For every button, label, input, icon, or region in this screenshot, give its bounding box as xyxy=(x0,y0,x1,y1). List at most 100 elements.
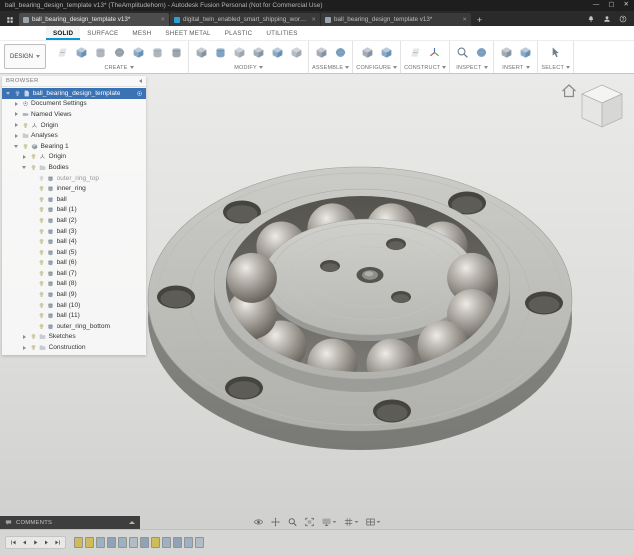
browser-row[interactable]: Named Views xyxy=(2,109,146,120)
expand-comments-icon[interactable] xyxy=(129,521,135,524)
browser-row[interactable]: ball (9) xyxy=(2,289,146,300)
tool-split-body[interactable] xyxy=(268,43,286,61)
expand-arrow-icon[interactable] xyxy=(21,346,27,350)
user-icon[interactable] xyxy=(603,15,611,23)
feature-feature-icon[interactable] xyxy=(96,537,105,548)
visibility-icon[interactable] xyxy=(22,143,29,150)
browser-row[interactable]: ball (3) xyxy=(2,226,146,237)
ribbon-tab-sheet-metal[interactable]: SHEET METAL xyxy=(158,26,217,40)
orbit-button[interactable] xyxy=(254,517,264,527)
browser-row[interactable]: Origin xyxy=(2,120,146,131)
sketch-feature-icon[interactable] xyxy=(74,537,83,548)
collapse-arrow-icon[interactable] xyxy=(5,92,11,95)
sketch-feature-icon[interactable] xyxy=(151,537,160,548)
browser-row[interactable]: Document Settings xyxy=(2,99,146,110)
collapse-arrow-icon[interactable] xyxy=(21,166,27,169)
tool-new-component[interactable] xyxy=(312,43,330,61)
tool-loft[interactable] xyxy=(129,43,147,61)
browser-row[interactable]: Sketches xyxy=(2,332,146,343)
browser-row[interactable]: ball xyxy=(2,194,146,205)
expand-arrow-icon[interactable] xyxy=(13,112,19,116)
feature-feature-icon[interactable] xyxy=(107,537,116,548)
ribbon-tab-surface[interactable]: SURFACE xyxy=(80,26,125,40)
tool-create-sketch[interactable] xyxy=(53,43,71,61)
expand-arrow-icon[interactable] xyxy=(21,155,27,159)
browser-row[interactable]: ball (5) xyxy=(2,247,146,258)
zoom-button[interactable] xyxy=(288,517,298,527)
tool-hole[interactable] xyxy=(148,43,166,61)
visibility-icon[interactable] xyxy=(38,238,45,245)
visibility-icon[interactable] xyxy=(38,196,45,203)
visibility-icon[interactable] xyxy=(38,259,45,266)
tool-joint[interactable] xyxy=(331,43,349,61)
tool-configurations[interactable] xyxy=(358,43,376,61)
skip-to-end-button[interactable] xyxy=(53,538,62,547)
expand-arrow-icon[interactable] xyxy=(13,123,19,127)
tool-select[interactable] xyxy=(547,43,565,61)
tool-align[interactable] xyxy=(287,43,305,61)
close-button[interactable]: ✕ xyxy=(624,2,629,9)
browser-row[interactable]: outer_ring_bottom xyxy=(2,321,146,332)
feature-feature-icon[interactable] xyxy=(162,537,171,548)
browser-row[interactable]: ball (11) xyxy=(2,310,146,321)
browser-row[interactable]: Origin xyxy=(2,152,146,163)
pan-button[interactable] xyxy=(271,517,281,527)
ribbon-tab-plastic[interactable]: PLASTIC xyxy=(218,26,260,40)
tool-revolve[interactable] xyxy=(91,43,109,61)
browser-row[interactable]: ball (2) xyxy=(2,215,146,226)
browser-row[interactable]: ball (6) xyxy=(2,258,146,269)
tab-close-icon[interactable]: ✕ xyxy=(160,17,165,23)
visibility-icon[interactable] xyxy=(38,323,45,330)
browser-row[interactable]: Bodies xyxy=(2,162,146,173)
skip-to-start-button[interactable] xyxy=(9,538,18,547)
expand-arrow-icon[interactable] xyxy=(21,335,27,339)
feature-feature-icon[interactable] xyxy=(118,537,127,548)
display-settings-button[interactable] xyxy=(322,517,337,527)
ribbon-tab-solid[interactable]: SOLID xyxy=(46,26,80,40)
help-icon[interactable] xyxy=(619,15,627,23)
feature-feature-icon[interactable] xyxy=(173,537,182,548)
tool-fillet[interactable] xyxy=(211,43,229,61)
ribbon-tab-mesh[interactable]: MESH xyxy=(125,26,158,40)
document-tab[interactable]: ball_bearing_design_template v13*✕ xyxy=(19,13,169,26)
minimize-button[interactable]: — xyxy=(593,2,600,9)
feature-feature-icon[interactable] xyxy=(184,537,193,548)
browser-row[interactable]: Analyses xyxy=(2,130,146,141)
grid-settings-button[interactable] xyxy=(344,517,359,527)
feature-feature-icon[interactable] xyxy=(129,537,138,548)
browser-row[interactable]: Bearing 1 xyxy=(2,141,146,152)
tool-measure[interactable] xyxy=(453,43,471,61)
visibility-icon[interactable] xyxy=(30,344,37,351)
visibility-icon[interactable] xyxy=(30,153,37,160)
comments-bar[interactable]: COMMENTS xyxy=(0,516,140,529)
tool-press-pull[interactable] xyxy=(192,43,210,61)
visibility-icon[interactable] xyxy=(38,185,45,192)
data-panel-toggle[interactable] xyxy=(3,13,17,26)
tool-offset-plane[interactable] xyxy=(407,43,425,61)
tool-shell[interactable] xyxy=(230,43,248,61)
ribbon-tab-utilities[interactable]: UTILITIES xyxy=(259,26,304,40)
browser-row[interactable]: ball (4) xyxy=(2,236,146,247)
tool-combine[interactable] xyxy=(249,43,267,61)
visibility-icon[interactable] xyxy=(14,90,21,97)
visibility-icon[interactable] xyxy=(38,291,45,298)
play-button[interactable] xyxy=(31,538,40,547)
visibility-icon[interactable] xyxy=(30,164,37,171)
collapse-panel-icon[interactable] xyxy=(139,79,142,83)
activate-radio[interactable] xyxy=(136,90,143,97)
feature-feature-icon[interactable] xyxy=(140,537,149,548)
step-back-button[interactable] xyxy=(20,538,29,547)
tool-sweep[interactable] xyxy=(110,43,128,61)
visibility-icon[interactable] xyxy=(38,302,45,309)
document-tab[interactable]: digital_twin_enabled_smart_shipping_work… xyxy=(170,13,320,26)
collapse-arrow-icon[interactable] xyxy=(13,145,19,148)
browser-row[interactable]: ball (1) xyxy=(2,205,146,216)
document-tab[interactable]: ball_bearing_design_template v13*✕ xyxy=(321,13,471,26)
browser-row[interactable]: ball (10) xyxy=(2,300,146,311)
step-forward-button[interactable] xyxy=(42,538,51,547)
tool-construction-axis[interactable] xyxy=(426,43,444,61)
tab-close-icon[interactable]: ✕ xyxy=(462,17,467,23)
visibility-icon[interactable] xyxy=(38,312,45,319)
visibility-icon[interactable] xyxy=(38,280,45,287)
visibility-icon[interactable] xyxy=(38,249,45,256)
